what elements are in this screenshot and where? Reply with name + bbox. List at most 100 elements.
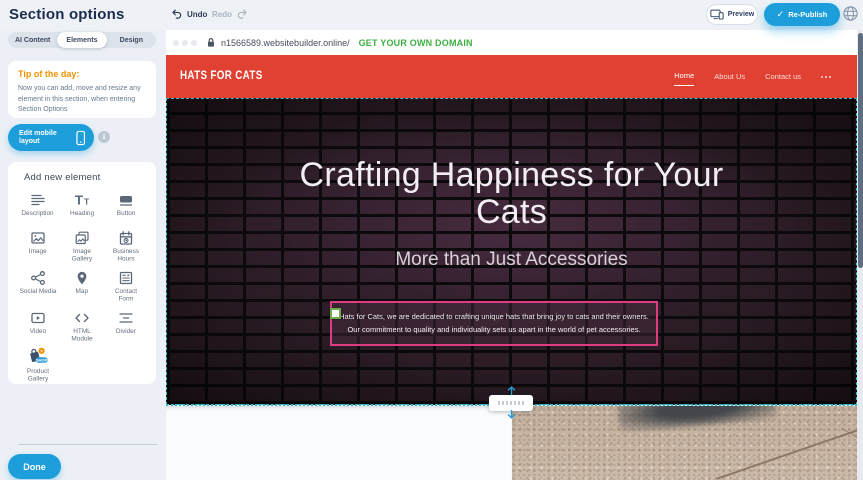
heading-icon: TT xyxy=(74,191,91,208)
contact-form-icon xyxy=(118,269,134,286)
hero-paragraph-box[interactable]: Hats for Cats, we are dedicated to craft… xyxy=(330,301,658,346)
element-item-map[interactable]: Map xyxy=(60,269,104,304)
image-gallery-icon xyxy=(74,229,90,246)
code-icon xyxy=(74,309,90,326)
nav-more-icon[interactable] xyxy=(821,76,831,78)
tip-body: Now you can add, move and resize any ele… xyxy=(18,84,146,116)
map-pin-icon xyxy=(74,269,90,286)
element-label: HTML Module xyxy=(63,329,102,344)
video-icon xyxy=(30,309,46,326)
element-item-image-gallery[interactable]: Image Gallery xyxy=(60,229,104,264)
tab-elements[interactable]: Elements xyxy=(57,32,106,48)
element-label: Contact Form xyxy=(107,289,146,304)
hero-subtitle[interactable]: More than Just Accessories xyxy=(312,249,712,271)
element-label: Description xyxy=(22,210,54,217)
text-lines-icon xyxy=(30,191,46,208)
element-label: Heading xyxy=(70,210,94,217)
element-label: Business Hours xyxy=(107,249,146,264)
topbar: Section options Undo Redo Preview ✓ Re-P… xyxy=(0,0,863,30)
element-item-contact-form[interactable]: Contact Form xyxy=(104,269,148,304)
add-new-element-panel: Add new element Description TT Heading B… xyxy=(8,162,156,384)
element-item-product-gallery[interactable]: SHOP Product Gallery xyxy=(16,349,60,384)
undo-label: Undo xyxy=(187,10,207,19)
site-nav: Home About Us Contact us xyxy=(674,55,831,98)
business-hours-icon xyxy=(118,229,134,246)
resize-up-arrow-icon xyxy=(507,386,516,395)
site-header: HATS FOR CATS Home About Us Contact us xyxy=(166,55,857,98)
element-label: Map xyxy=(76,288,89,295)
image-icon xyxy=(30,229,46,246)
resize-down-arrow-icon xyxy=(507,410,516,419)
next-section-blank-area[interactable] xyxy=(166,406,512,480)
element-item-social-media[interactable]: Social Media xyxy=(16,269,60,304)
element-label: Social Media xyxy=(20,288,57,295)
preview-label: Preview xyxy=(728,11,754,18)
hero-title[interactable]: Crafting Happiness for Your Cats xyxy=(287,157,737,232)
website-builder-app: Section options Undo Redo Preview ✓ Re-P… xyxy=(0,0,863,480)
nav-contact-us[interactable]: Contact us xyxy=(765,68,801,85)
element-grid: Description TT Heading Button Image Imag… xyxy=(16,191,148,384)
shop-bag-icon: SHOP xyxy=(27,349,49,366)
preview-button[interactable]: Preview xyxy=(706,4,758,25)
mobile-phone-icon xyxy=(76,130,85,146)
svg-text:T: T xyxy=(75,193,83,208)
check-icon: ✓ xyxy=(777,9,785,20)
globe-icon xyxy=(842,5,859,22)
site-logo[interactable]: HATS FOR CATS xyxy=(180,68,263,82)
done-button[interactable]: Done xyxy=(8,454,61,479)
element-label: Button xyxy=(117,210,136,217)
language-globe-button[interactable] xyxy=(842,5,859,22)
element-label: Divider xyxy=(116,329,136,336)
element-item-business-hours[interactable]: Business Hours xyxy=(104,229,148,264)
element-label: Image xyxy=(29,248,47,255)
element-item-heading[interactable]: TT Heading xyxy=(60,191,104,224)
sidebar-divider xyxy=(18,444,157,445)
image-shadow-shape xyxy=(617,406,777,433)
divider-icon xyxy=(118,309,134,326)
nav-home[interactable]: Home xyxy=(674,67,694,86)
element-item-image[interactable]: Image xyxy=(16,229,60,264)
edit-mobile-layout-label: Edit mobile layout xyxy=(19,130,76,145)
scrollbar-thumb[interactable] xyxy=(858,33,863,268)
republish-button[interactable]: ✓ Re-Publish xyxy=(764,3,840,26)
nav-about-us[interactable]: About Us xyxy=(714,68,745,85)
tab-ai-content[interactable]: AI Content xyxy=(8,32,57,48)
next-section-image[interactable] xyxy=(512,406,863,480)
element-drag-handle[interactable] xyxy=(330,308,341,319)
element-label: Image Gallery xyxy=(63,249,102,264)
site-url: n1566589.websitebuilder.online/ xyxy=(221,38,350,48)
info-icon[interactable]: i xyxy=(98,131,110,143)
undo-button[interactable]: Undo xyxy=(171,4,207,24)
sidebar: AI Content Elements Design Tip of the da… xyxy=(0,28,166,480)
tab-design[interactable]: Design xyxy=(107,32,156,48)
element-label: Video xyxy=(30,329,46,336)
redo-button[interactable]: Redo xyxy=(212,4,248,24)
redo-label: Redo xyxy=(212,10,232,19)
shop-badge-label: SHOP xyxy=(36,358,48,363)
pavement-joint-line xyxy=(716,427,863,480)
share-icon xyxy=(30,269,46,286)
get-your-own-domain-link[interactable]: GET YOUR OWN DOMAIN xyxy=(359,38,473,48)
sidebar-tabs: AI Content Elements Design xyxy=(8,32,156,48)
devices-icon xyxy=(710,9,724,20)
hero-section[interactable]: Crafting Happiness for Your Cats More th… xyxy=(166,98,857,405)
element-item-html-module[interactable]: HTML Module xyxy=(60,309,104,344)
element-item-description[interactable]: Description xyxy=(16,191,60,224)
edit-mobile-layout-button[interactable]: Edit mobile layout xyxy=(8,124,94,151)
button-icon xyxy=(118,191,134,208)
element-item-video[interactable]: Video xyxy=(16,309,60,344)
scrollbar-track[interactable] xyxy=(857,30,863,480)
lock-icon xyxy=(206,37,216,48)
tip-title: Tip of the day: xyxy=(18,69,146,79)
page-title: Section options xyxy=(9,6,125,23)
element-item-divider[interactable]: Divider xyxy=(104,309,148,344)
element-item-button[interactable]: Button xyxy=(104,191,148,224)
section-resize-handle[interactable] xyxy=(489,395,533,411)
element-label: Product Gallery xyxy=(19,369,58,384)
add-panel-title: Add new element xyxy=(16,172,148,183)
browser-window-dots xyxy=(173,40,197,46)
tip-of-the-day-card: Tip of the day: Now you can add, move an… xyxy=(8,61,156,118)
svg-text:T: T xyxy=(84,197,90,207)
grip-dots-icon xyxy=(498,401,524,405)
hero-paragraph: Hats for Cats, we are dedicated to craft… xyxy=(339,311,649,336)
